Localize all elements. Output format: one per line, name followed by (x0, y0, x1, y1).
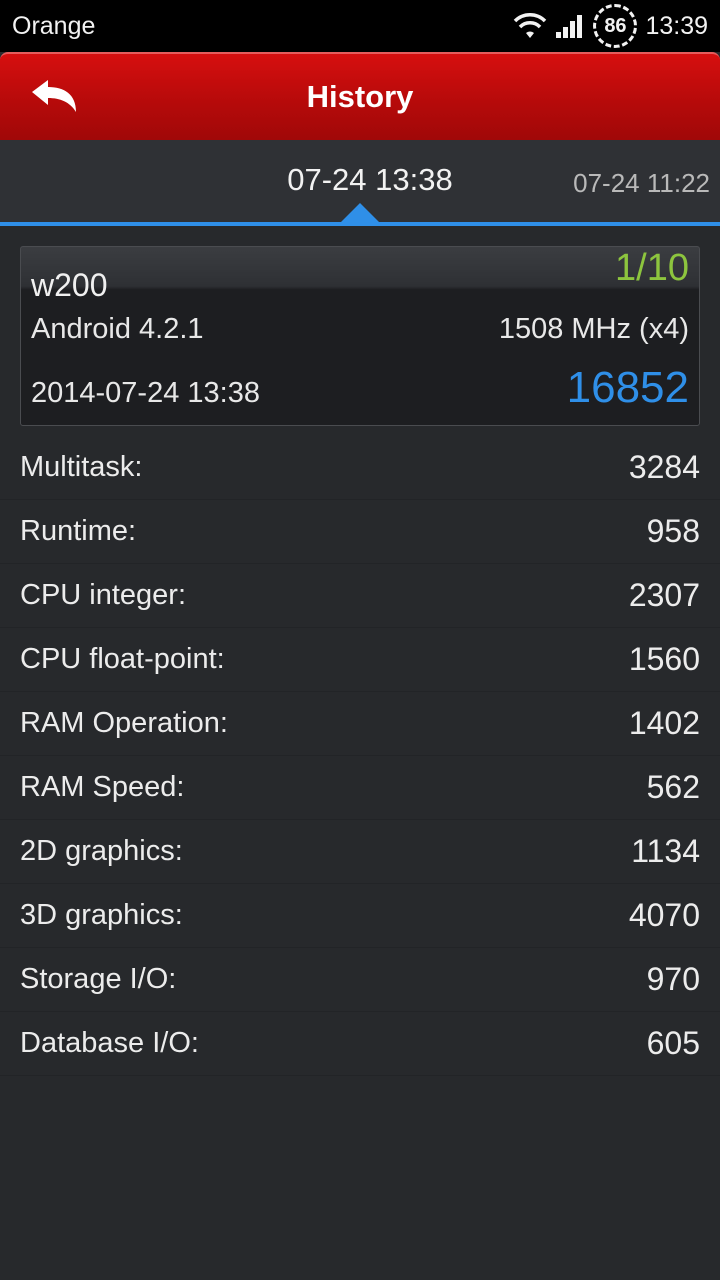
score-row-multitask: Multitask: 3284 (0, 436, 720, 500)
cpu-frequency: 1508 MHz (x4) (498, 313, 689, 345)
score-value: 562 (646, 769, 700, 805)
score-label: Runtime: (20, 515, 137, 547)
status-clock: 13:39 (645, 11, 708, 40)
summary-card: w200 1/10 Android 4.2.1 1508 MHz (x4) 20… (20, 246, 700, 426)
score-label: CPU float-point: (20, 643, 225, 675)
tab-active-date[interactable]: 07-24 13:38 (270, 162, 470, 198)
score-row-cpu-float: CPU float-point: 1560 (0, 628, 720, 692)
score-value: 2307 (628, 577, 700, 613)
score-label: Multitask: (20, 451, 143, 483)
rank-label: 1/10 (615, 247, 689, 289)
os-version: Android 4.2.1 (31, 313, 204, 345)
device-name: w200 (31, 267, 108, 303)
score-value: 1134 (631, 833, 700, 869)
score-row-ram-speed: RAM Speed: 562 (0, 756, 720, 820)
tab-other-date[interactable]: 07-24 11:22 (573, 168, 710, 199)
score-value: 4070 (628, 897, 700, 933)
score-row-storage-io: Storage I/O: 970 (0, 948, 720, 1012)
score-label: CPU integer: (20, 579, 187, 611)
score-row-database-io: Database I/O: 605 (0, 1012, 720, 1076)
back-button[interactable] (26, 74, 82, 122)
score-label: 2D graphics: (20, 835, 183, 867)
carrier-name: Orange (12, 11, 96, 40)
score-row-ram-operation: RAM Operation: 1402 (0, 692, 720, 756)
score-list: Multitask: 3284 Runtime: 958 CPU integer… (0, 436, 720, 1076)
score-value: 958 (646, 513, 700, 549)
wifi-icon (513, 12, 547, 40)
tab-indicator-pointer (340, 203, 380, 223)
test-date: 2014-07-24 13:38 (31, 377, 260, 409)
total-score: 16852 (566, 363, 689, 412)
score-row-2d-graphics: 2D graphics: 1134 (0, 820, 720, 884)
score-row-cpu-integer: CPU integer: 2307 (0, 564, 720, 628)
page-title: History (306, 79, 414, 114)
score-label: Storage I/O: (20, 963, 177, 995)
score-row-3d-graphics: 3D graphics: 4070 (0, 884, 720, 948)
score-row-runtime: Runtime: 958 (0, 500, 720, 564)
score-label: RAM Speed: (20, 771, 185, 803)
back-arrow-icon (30, 78, 78, 119)
status-icons: 86 13:39 (513, 4, 708, 48)
header-bar: History (0, 52, 720, 140)
score-label: RAM Operation: (20, 707, 228, 739)
status-bar: Orange 86 13:39 (0, 0, 720, 52)
score-label: Database I/O: (20, 1027, 199, 1059)
history-tabs: 07-24 13:38 07-24 11:22 (0, 140, 720, 226)
battery-icon: 86 (593, 4, 638, 48)
score-label: 3D graphics: (20, 899, 183, 931)
score-value: 3284 (628, 449, 700, 485)
score-value: 605 (646, 1025, 700, 1061)
score-value: 1560 (628, 641, 700, 677)
battery-level: 86 (604, 14, 627, 37)
score-value: 970 (646, 961, 700, 997)
signal-icon (555, 13, 585, 39)
score-value: 1402 (628, 705, 700, 741)
